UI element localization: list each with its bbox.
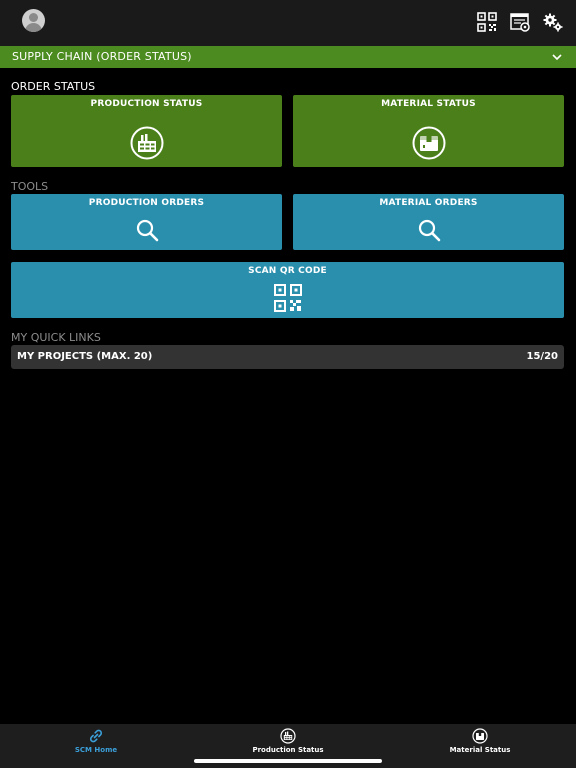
my-projects-row[interactable]: MY PROJECTS (MAX. 20) 15/20 [11,345,564,369]
scan-qr-code-label: SCAN QR CODE [248,266,327,276]
top-bar [0,0,576,46]
avatar[interactable] [22,9,45,32]
material-orders-tile[interactable]: MATERIAL ORDERS [293,194,564,250]
my-projects-label: MY PROJECTS (MAX. 20) [17,351,153,362]
section-header[interactable]: SUPPLY CHAIN (ORDER STATUS) [0,46,576,68]
quick-links-heading: MY QUICK LINKS [11,331,101,344]
search-icon [418,219,440,242]
factory-icon [280,728,296,744]
production-status-label: PRODUCTION STATUS [90,99,203,109]
material-status-tile[interactable]: MATERIAL STATUS [293,95,564,167]
material-box-icon [412,126,445,160]
avatar-body [25,23,42,32]
tab-material-status[interactable]: Material Status [384,724,576,768]
search-icon [136,219,158,242]
material-status-label: MATERIAL STATUS [381,99,476,109]
link-icon [89,729,103,743]
chevron-down-icon[interactable] [551,51,563,63]
qr-code-icon[interactable] [476,11,498,33]
material-orders-label: MATERIAL ORDERS [379,198,478,208]
tab-scm-home-label: SCM Home [74,746,118,754]
production-orders-tile[interactable]: PRODUCTION ORDERS [11,194,282,250]
scan-qr-code-tile[interactable]: SCAN QR CODE [11,262,564,318]
tab-scm-home[interactable]: SCM Home [0,724,192,768]
gears-icon[interactable] [542,11,564,33]
material-box-icon [472,728,488,744]
section-title: SUPPLY CHAIN (ORDER STATUS) [12,50,192,63]
factory-icon [130,126,163,160]
tab-production-status-label: Production Status [252,746,324,754]
production-orders-label: PRODUCTION ORDERS [88,198,205,208]
production-status-tile[interactable]: PRODUCTION STATUS [11,95,282,167]
tab-material-status-label: Material Status [449,746,511,754]
qr-code-icon [273,284,302,312]
tools-heading: TOOLS [11,180,49,193]
home-indicator[interactable] [194,759,382,763]
my-projects-count: 15/20 [526,351,558,362]
avatar-head [29,13,38,22]
settings-panel-icon[interactable] [509,11,531,33]
order-status-heading: ORDER STATUS [11,80,96,93]
